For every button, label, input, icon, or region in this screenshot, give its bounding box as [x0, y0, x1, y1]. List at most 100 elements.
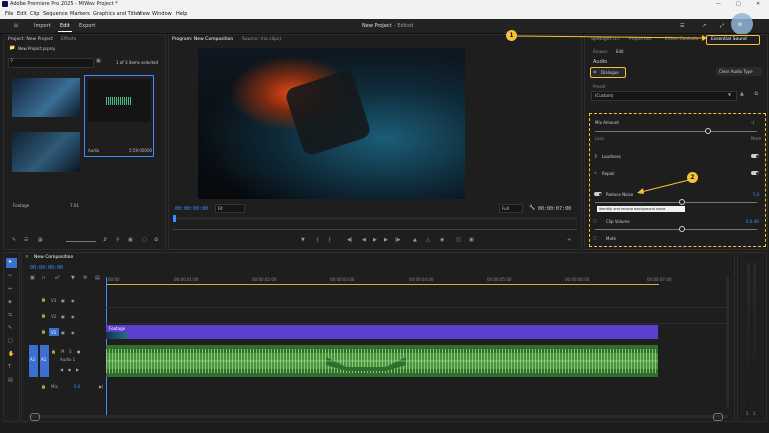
mix-amount-knob[interactable]	[705, 128, 711, 134]
sync-icon[interactable]: ▣	[61, 314, 65, 319]
timeline-vertical-scrollbar[interactable]	[726, 277, 729, 407]
wrench-icon[interactable]: ⚙	[83, 275, 87, 281]
zoom-slider[interactable]	[66, 241, 96, 242]
home-icon[interactable]: ⌂	[14, 22, 18, 29]
tab-program[interactable]: Program: New Composition	[172, 37, 233, 42]
clip-volume-slider[interactable]	[595, 229, 757, 230]
go-to-end-icon[interactable]: ▶|	[99, 384, 103, 389]
preset-dropdown[interactable]: (Custom) ▼	[591, 91, 737, 101]
reduce-noise-label[interactable]: Reduce Noise	[606, 192, 633, 197]
add-marker-icon[interactable]: ▼	[71, 275, 75, 281]
timeline-timecode[interactable]: 00:00:00:00	[30, 265, 63, 271]
lock-icon[interactable]: 🔒	[41, 297, 46, 302]
sync-icon[interactable]: ▣	[61, 298, 65, 303]
close-icon[interactable]: ✕	[756, 1, 760, 7]
new-item-icon[interactable]: ▢	[142, 237, 147, 243]
keyframe-next-icon[interactable]: ▶	[76, 367, 79, 372]
zoom-bar[interactable]	[173, 229, 577, 230]
keyframe-add-icon[interactable]: ◆	[68, 367, 71, 372]
track-select-icon[interactable]: ⇨	[8, 273, 12, 279]
clip-volume-checkbox[interactable]: ▢	[593, 218, 597, 223]
video-clip-footage[interactable]: Footage	[106, 325, 658, 339]
clear-audio-type-button[interactable]: Clear Audio Type	[716, 67, 762, 76]
lock-icon[interactable]: 🔒	[41, 313, 46, 318]
audio-clip[interactable]	[106, 345, 658, 377]
menu-help[interactable]: Help	[176, 11, 187, 17]
lock-icon[interactable]: 🔒	[41, 384, 46, 389]
work-area-bar[interactable]	[107, 284, 659, 285]
eye-icon[interactable]: ◉	[71, 298, 75, 303]
solo-left-button[interactable]: S	[746, 411, 749, 416]
minimize-icon[interactable]: —	[716, 1, 721, 7]
tab-export[interactable]: Export	[79, 23, 95, 29]
keyframe-prev-icon[interactable]: ◀	[60, 367, 63, 372]
program-timecode[interactable]: 00:00:00:00	[175, 206, 208, 212]
settings-icon[interactable]: ⚙	[738, 22, 742, 28]
tab-timeline-sequence[interactable]: New Composition	[34, 255, 73, 260]
delete-preset-icon[interactable]: ♻	[754, 91, 758, 97]
caption-icon[interactable]: ▤	[8, 377, 13, 383]
fullscreen-icon[interactable]: ⤢	[720, 23, 724, 29]
menu-graphics[interactable]: Graphics and Titles	[93, 11, 141, 17]
go-to-out-icon[interactable]: |▶	[395, 237, 401, 243]
dialogue-badge[interactable]: ◉ Dialogue	[590, 67, 626, 78]
mark-out-icon[interactable]: }	[328, 237, 331, 243]
vr-icon[interactable]: ▣	[469, 237, 474, 243]
playhead[interactable]	[173, 215, 176, 222]
loudness-label[interactable]: Loudness	[602, 154, 621, 159]
trash-icon[interactable]: ♻	[154, 237, 158, 243]
menu-clip[interactable]: Clip	[30, 11, 39, 17]
tab-edit[interactable]: Edit	[60, 23, 70, 29]
marker-icon[interactable]: ▼	[301, 237, 305, 243]
reduce-noise-value[interactable]: 5.0	[753, 192, 759, 197]
tab-effects[interactable]: Effects	[61, 37, 76, 42]
menu-sequence[interactable]: Sequence	[43, 11, 68, 17]
play-icon[interactable]: ▶	[373, 237, 377, 243]
list-view-icon[interactable]: ☰	[24, 237, 28, 243]
folder-icon[interactable]: ▣	[128, 237, 133, 243]
mix-amount-slider[interactable]	[595, 131, 757, 132]
mute-track-button[interactable]: M	[61, 349, 64, 354]
lift-icon[interactable]: ▲	[413, 237, 417, 243]
step-forward-icon[interactable]: ▶	[384, 237, 388, 243]
ripple-edit-icon[interactable]: ⇔	[8, 286, 12, 292]
menu-view[interactable]: View	[138, 11, 150, 17]
playback-scrubber[interactable]	[173, 217, 577, 220]
clip-volume-value[interactable]: 0.0 dB	[746, 219, 759, 224]
loudness-toggle[interactable]	[751, 154, 759, 158]
thumbnail-footage[interactable]	[12, 132, 80, 172]
sort-icon[interactable]: ⇵	[103, 237, 107, 243]
subtab-edit[interactable]: Edit	[616, 49, 624, 54]
pen-icon[interactable]: ✎	[8, 325, 12, 331]
type-tool-icon[interactable]: T	[8, 364, 11, 370]
project-search-input[interactable]	[8, 58, 94, 68]
rectangle-icon[interactable]: □	[8, 338, 13, 344]
add-button-icon[interactable]: +	[567, 237, 571, 243]
share-icon[interactable]: ↗	[702, 23, 706, 29]
razor-icon[interactable]: ◈	[8, 299, 12, 305]
clip-volume-knob[interactable]	[679, 226, 685, 232]
timeline-horizontal-scrollbar[interactable]	[28, 415, 728, 418]
solo-track-button[interactable]: S	[69, 349, 72, 354]
icon-view-icon[interactable]: ▦	[38, 237, 43, 243]
reduce-noise-slider[interactable]	[595, 202, 757, 203]
menu-markers[interactable]: Markers	[70, 11, 90, 17]
scroll-handle-right[interactable]	[713, 413, 723, 421]
go-to-in-icon[interactable]: ◀|	[347, 237, 353, 243]
mark-in-icon[interactable]: {	[316, 237, 319, 243]
tab-import[interactable]: Import	[34, 23, 51, 29]
chevron-right-icon[interactable]: ❯	[594, 153, 597, 158]
workspaces-icon[interactable]: ☰	[680, 23, 684, 29]
step-back-icon[interactable]: ◀	[362, 237, 366, 243]
thumbnail-new-composition[interactable]	[12, 78, 80, 117]
tab-source[interactable]: Source: (no clips)	[242, 37, 281, 42]
maximize-icon[interactable]: □	[736, 1, 741, 7]
lock-icon[interactable]: 🔒	[51, 349, 56, 354]
mic-icon[interactable]: ●	[77, 349, 81, 354]
new-bin-icon[interactable]: ▣	[96, 58, 101, 64]
eye-icon[interactable]: ◉	[71, 314, 75, 319]
slip-icon[interactable]: ⇆	[8, 312, 12, 318]
mute-checkbox[interactable]: ▢	[593, 235, 597, 240]
solo-right-button[interactable]: S	[753, 411, 756, 416]
fit-dropdown[interactable]: Fit	[215, 204, 245, 213]
